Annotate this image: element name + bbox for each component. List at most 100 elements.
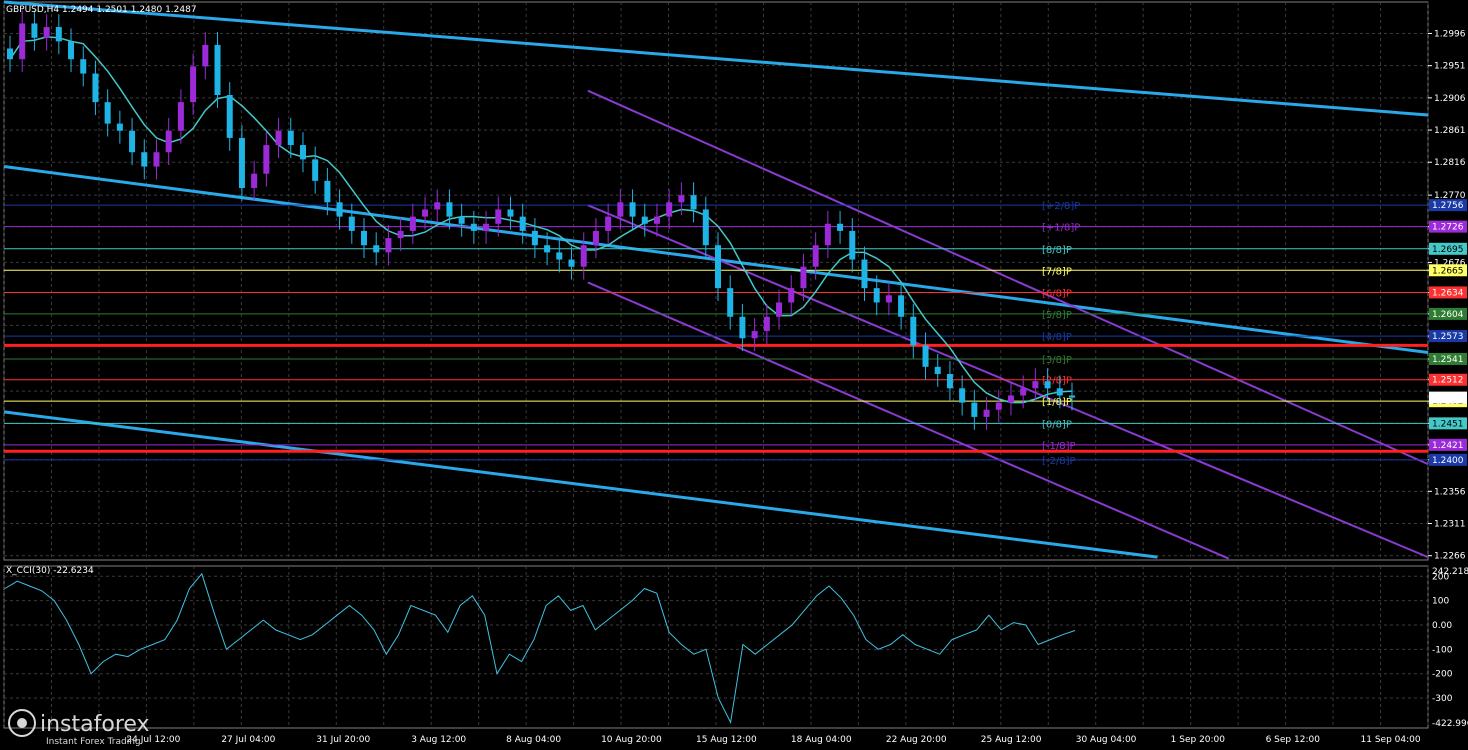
candle-body <box>470 223 477 231</box>
candle-body <box>458 216 465 224</box>
lower-channel-line <box>3 410 1158 559</box>
logo-tagline: Instant Forex Trading <box>46 737 141 747</box>
y-tick-label: 1.2996 <box>1434 29 1466 39</box>
cci-axis: 242.21812001000.00-100-200-300-422.996 <box>1432 567 1468 729</box>
x-tick-label: 30 Aug 04:00 <box>1076 735 1137 745</box>
y-tick-label: 1.2816 <box>1434 158 1466 168</box>
candle-body <box>751 331 758 339</box>
candle-body <box>31 23 38 38</box>
price-axis: 1.29961.29511.29061.28611.28161.27701.27… <box>1428 29 1467 562</box>
x-tick-label: 8 Aug 04:00 <box>506 735 561 745</box>
murrey-label: [7/8]P <box>1042 266 1072 277</box>
grid <box>3 1 1429 729</box>
candle-body <box>1069 395 1075 398</box>
candle-body <box>1007 395 1014 403</box>
murrey-label: [8/8]P <box>1042 245 1072 256</box>
y-tick-label: 1.2951 <box>1434 62 1466 72</box>
candle-body <box>324 180 331 203</box>
candle-body <box>373 245 380 253</box>
price-tag-label: 1.2400 <box>1432 456 1464 466</box>
murrey-label: [6/8]P <box>1042 288 1072 299</box>
candle-body <box>409 216 416 231</box>
candle-body <box>739 316 746 339</box>
candle-body <box>190 66 197 103</box>
candle-body <box>861 259 868 289</box>
candle-body <box>214 44 221 95</box>
candle-body <box>959 388 966 403</box>
price-tag-label: 1.2634 <box>1432 288 1464 298</box>
candle-body <box>495 209 502 224</box>
candle-body <box>702 209 709 246</box>
candle-body <box>434 202 441 210</box>
candle-body <box>68 41 75 60</box>
candle-body <box>824 223 831 246</box>
x-tick-label: 1 Sep 20:00 <box>1171 735 1226 745</box>
candle-body <box>483 223 490 231</box>
candle-body <box>275 130 282 146</box>
price-tag-label: 1.2573 <box>1432 332 1464 342</box>
cci-tick-label: 100 <box>1432 597 1449 607</box>
candle-body <box>568 259 575 267</box>
y-tick-label: 1.2266 <box>1434 552 1466 562</box>
candle-body <box>361 230 367 246</box>
candle-body <box>55 27 62 42</box>
candle-body <box>946 374 953 389</box>
candle-body <box>226 95 233 138</box>
candle-body <box>812 245 819 267</box>
candle-body <box>898 295 905 317</box>
cci-tick-label: -422.996 <box>1432 719 1468 729</box>
cci-tick-label: -200 <box>1432 670 1453 680</box>
candle-body <box>776 302 783 317</box>
murrey-label: [0/8]P <box>1042 419 1072 430</box>
candle-body <box>617 202 624 217</box>
candle-body <box>80 59 87 74</box>
candle-body <box>910 316 917 346</box>
candle-body <box>592 230 599 246</box>
murrey-label: [-2/8]P <box>1042 456 1076 467</box>
price-tag-label: 1.2512 <box>1432 376 1464 386</box>
murrey-label: [5/8]P <box>1042 310 1072 321</box>
cci-panel <box>4 572 1076 725</box>
time-axis: 24 Jul 12:00 27 Jul 04:00 31 Jul 20:00 3 Au… <box>126 735 1420 745</box>
ma-line <box>9 36 1073 404</box>
murrey-label: [1/8]P <box>1042 397 1072 408</box>
candle-body <box>312 159 319 181</box>
murrey-label: [3/8]P <box>1042 355 1072 366</box>
x-tick-label: 3 Aug 12:00 <box>411 735 466 745</box>
cci-tick-label: -100 <box>1432 645 1453 655</box>
price-tag-label: 1.2451 <box>1432 419 1464 429</box>
x-tick-label: 10 Aug 20:00 <box>601 735 662 745</box>
y-tick-label: 1.2906 <box>1434 94 1466 104</box>
candle-body <box>641 216 648 224</box>
candle-body <box>153 152 160 167</box>
candle-body <box>995 402 1002 410</box>
price-tag-label: 1.2421 <box>1432 441 1464 451</box>
x-tick-label: 11 Sep 04:00 <box>1361 735 1421 745</box>
y-tick-label: 1.2311 <box>1434 520 1466 530</box>
y-tick-label: 1.2861 <box>1434 126 1466 136</box>
candle-body <box>678 195 685 203</box>
candle-body <box>885 295 892 303</box>
candle-body <box>556 252 563 260</box>
logo-name: instaforex <box>40 712 150 737</box>
candle-body <box>788 288 795 303</box>
candle-body <box>43 27 50 38</box>
candle-body <box>922 345 929 367</box>
candle-body <box>629 202 636 217</box>
candle-body <box>104 102 111 124</box>
candle-body <box>19 23 26 60</box>
candle-body <box>837 223 844 231</box>
regression-bottom-line <box>587 281 1230 560</box>
candle-body <box>141 152 148 167</box>
candle-body <box>1032 381 1039 389</box>
candle-body <box>507 209 514 217</box>
candle-body <box>983 409 990 417</box>
x-tick-label: 15 Aug 12:00 <box>696 735 757 745</box>
murrey-label: [+2/8]P <box>1042 201 1080 212</box>
candle-body <box>580 245 587 267</box>
candle-body <box>238 137 245 188</box>
candle-body <box>690 195 697 210</box>
logo-icon-core <box>17 718 27 728</box>
candle-body <box>177 102 184 131</box>
candle-body <box>1056 388 1063 396</box>
